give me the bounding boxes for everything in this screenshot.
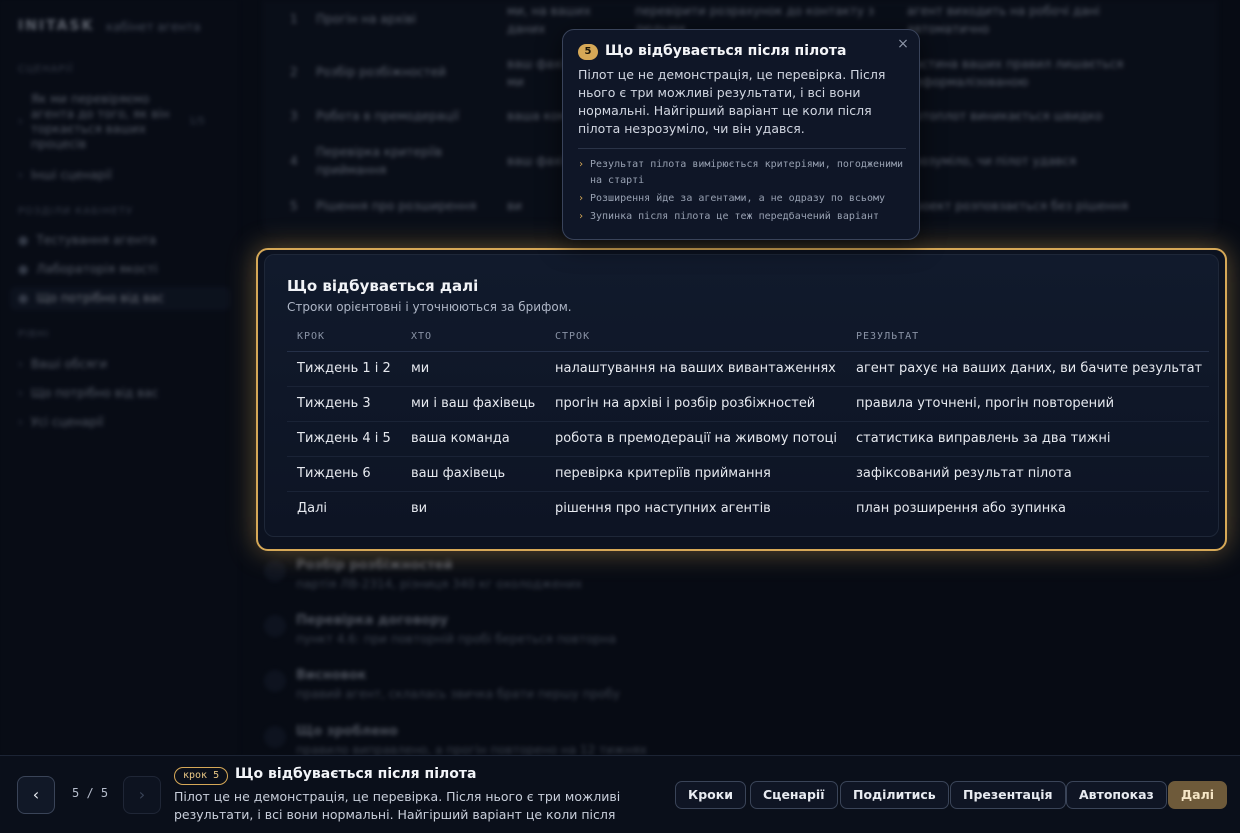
sidebar-item-all-scenarios[interactable]: › Усі сценарії [18,415,104,430]
footer-step-description: Пілот це не демонстрація, це перевірка. … [174,789,621,822]
footer-step-title: Що відбувається після пілота [235,766,477,782]
next-step-arrow-button[interactable]: › [123,776,161,814]
brand-subtitle: кабінет агента [106,20,201,34]
sidebar-item-label: Що потрібно від вас [30,386,159,400]
step-dot-icon [264,615,286,637]
app-root: INITASK кабінет агента СЦЕНАРІЇ › Як ми … [0,0,1240,833]
tooltip-point: Результат пілота вимірюється критеріями,… [578,157,908,189]
sidebar-item-label: Усі сценарії [30,415,104,429]
prev-step-button[interactable]: ‹ [17,776,55,814]
card-subtitle: Строки орієнтовні і уточнюються за брифо… [287,300,572,314]
step-dot-icon [264,726,286,748]
sidebar: INITASK кабінет агента СЦЕНАРІЇ › Як ми … [0,0,238,755]
step-number-badge: 5 [578,44,598,60]
chevron-right-icon: › [18,357,23,371]
cell-who: ви [411,501,428,517]
tooltip-points: Результат пілота вимірюється критеріями,… [578,157,908,227]
table-row: Тиждень 1 і 2 ми налаштування на ваших в… [287,351,1209,387]
next-button[interactable]: Далі [1168,781,1228,809]
table-header-row: КРОК ХТО СТРОК РЕЗУЛЬТАТ [287,323,1209,352]
table-row: Тиждень 6 ваш фахівець перевірка критері… [287,456,1209,492]
cell-result: агент рахує на ваших даних, ви бачите ре… [846,351,1209,387]
tooltip-point: Розширення йде за агентами, а не одразу … [578,191,908,207]
card-title: Що відбувається далі [287,277,479,295]
sidebar-item-label: Як ми перевіряємо агента до того, як він… [30,92,170,151]
cell-who: ваш фахівець [401,456,545,492]
sidebar-item-label: Ваші обсяги [30,357,108,371]
step-badge: крок 5 [174,767,229,785]
cell-term: робота в премодерації на живому потоці [545,421,846,457]
share-button[interactable]: Поділитись [840,781,949,809]
tour-footer: ‹ 5 / 5 › крок 5 Що відбувається після п… [0,755,1240,833]
tooltip-title: Що відбувається після пілота [605,43,847,59]
table-row: Тиждень 4 і 5 ваша команда робота в прем… [287,421,1209,457]
dot-icon: ● [18,291,29,305]
timeline-table: КРОК ХТО СТРОК РЕЗУЛЬТАТ Тиждень 1 і 2 м… [287,323,1209,526]
sidebar-item-label: Тестування агента [36,233,157,247]
dot-icon: ● [18,233,29,247]
table-row: Далі ви рішення про наступних агентів пл… [287,491,1209,526]
cell-result: зафіксований результат пілота [846,456,1209,492]
sidebar-item-current-scenario[interactable]: › Як ми перевіряємо агента до того, як в… [18,92,218,152]
sidebar-section-cabinet: РОЗДІЛИ КАБІНЕТУ [18,206,134,217]
sidebar-item-needs[interactable]: › Що потрібно від вас [18,386,158,401]
cell-step: Тиждень 3 [287,386,401,422]
highlighted-next-steps-card: Що відбувається далі Строки орієнтовні і… [256,248,1227,551]
column-header-result: РЕЗУЛЬТАТ [846,323,1209,352]
close-icon[interactable]: × [895,36,911,52]
autoplay-button[interactable]: Автопоказ [1066,781,1167,809]
table-row: Тиждень 3 ми і ваш фахівець прогін на ар… [287,386,1209,422]
sidebar-item-quality-lab[interactable]: ● Лабораторія якості [18,262,158,277]
cell-step: Тиждень 6 [287,456,401,492]
cell-step: Тиждень 1 і 2 [287,351,401,387]
sidebar-section-scenarios: СЦЕНАРІЇ [18,64,74,75]
tooltip-point: Зупинка після пілота це теж передбачений… [578,209,908,225]
sidebar-section-levels: РІВНІ [18,329,50,340]
step-dot-icon [264,670,286,692]
sidebar-item-volumes[interactable]: › Ваші обсяги [18,357,107,372]
sidebar-item-other-scenarios[interactable]: › Інші сценарії [18,168,112,183]
cell-step: Тиждень 4 і 5 [287,421,401,457]
sidebar-item-requirements[interactable]: ● Що потрібно від вас [10,287,230,310]
scenarios-button[interactable]: Сценарії [750,781,838,809]
steps-button[interactable]: Кроки [675,781,746,809]
cell-result: правила уточнені, прогін повторений [846,386,1209,422]
column-header-term: СТРОК [545,323,846,352]
cell-result: статистика виправлень за два тижні [846,421,1209,457]
column-header-who: ХТО [401,323,545,352]
cell-step: Далі [297,501,328,517]
chevron-right-icon: › [18,114,23,128]
step-dot-icon [264,560,286,582]
cell-who: ми [401,351,545,387]
sidebar-item-count: 1/5 [188,116,205,127]
card-inner: Що відбувається далі Строки орієнтовні і… [264,254,1219,537]
dot-icon: ● [18,262,29,276]
step-counter: 5 / 5 [72,786,109,800]
cell-term: налаштування на ваших вивантаженнях [545,351,846,387]
divider [578,148,906,149]
chevron-right-icon: › [18,415,23,429]
presentation-button[interactable]: Презентація [950,781,1066,809]
cell-term: рішення про наступних агентів [555,501,771,517]
chevron-right-icon: › [18,168,23,182]
cell-term: перевірка критеріїв приймання [545,456,846,492]
step-tooltip: 5 Що відбувається після пілота × Пілот ц… [562,29,920,240]
sidebar-item-label: Лабораторія якості [36,262,158,276]
cell-who: ми і ваш фахівець [401,386,545,422]
brand-logo[interactable]: INITASK [18,18,94,34]
sidebar-item-label: Що потрібно від вас [36,291,164,305]
chevron-right-icon: › [18,386,23,400]
sidebar-item-testing[interactable]: ● Тестування агента [18,233,156,248]
sidebar-item-label: Інші сценарії [30,168,112,182]
cell-who: ваша команда [401,421,545,457]
cell-result: план розширення або зупинка [856,501,1067,517]
cell-term: прогін на архіві і розбір розбіжностей [545,386,846,422]
tooltip-body: Пілот це не демонстрація, це перевірка. … [578,67,886,136]
column-header-step: КРОК [287,323,401,352]
